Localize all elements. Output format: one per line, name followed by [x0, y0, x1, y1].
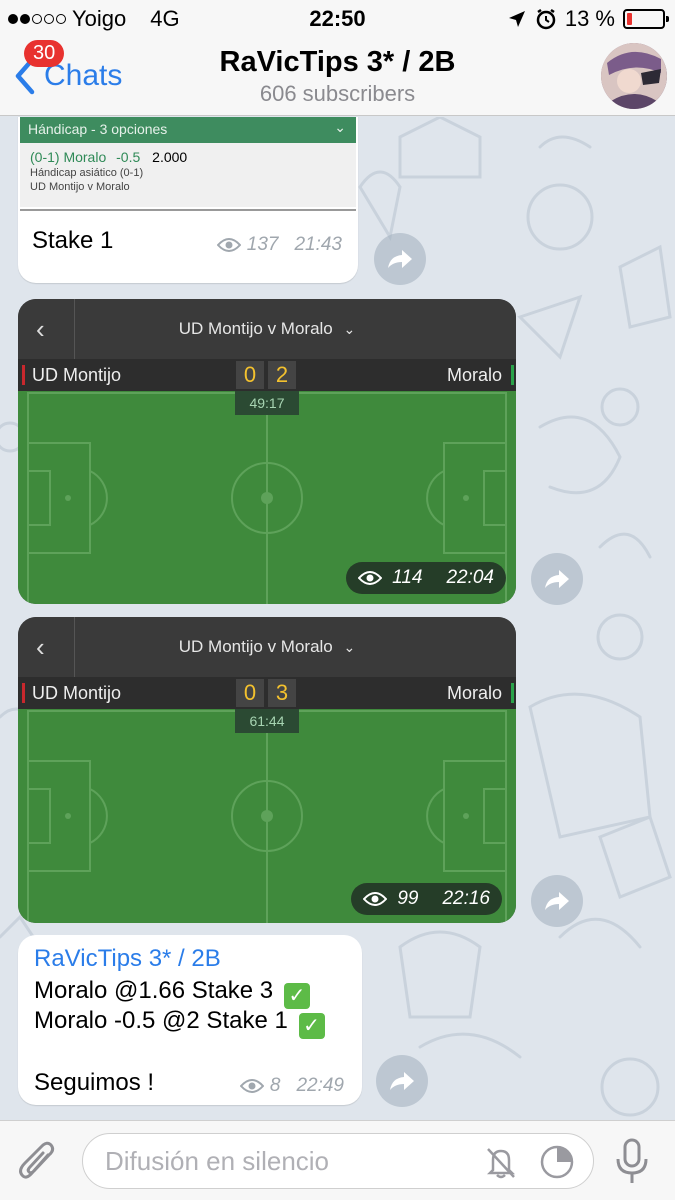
bet-slip-selection: (0-1) Moralo: [30, 149, 107, 165]
message-input[interactable]: [105, 1144, 465, 1178]
message-match-screenshot[interactable]: ‹ UD Montijo v Moralo ⌄ UD Montijo 0 3 M…: [18, 617, 516, 923]
check-mark-icon: ✓: [283, 983, 310, 1009]
chat-header: Chats 30 RaVicTips 3* / 2B 606 subscribe…: [0, 38, 675, 116]
home-team: UD Montijo: [32, 365, 122, 385]
match-title-row: UD Montijo v Moralo ⌄: [18, 319, 516, 339]
chevron-down-icon: ⌄: [334, 119, 346, 135]
share-button[interactable]: [374, 233, 426, 285]
match-header: ‹ UD Montijo v Moralo ⌄: [18, 617, 516, 677]
share-arrow-icon: [545, 892, 569, 910]
views-eye-icon: [363, 892, 388, 906]
away-score: 2: [268, 361, 296, 389]
home-score: 0: [236, 361, 264, 389]
match-title: UD Montijo v Moralo: [178, 637, 333, 656]
share-arrow-icon: [390, 1072, 414, 1090]
view-count: 8: [269, 1075, 281, 1096]
battery-percent: 13 %: [564, 6, 615, 31]
share-button[interactable]: [531, 875, 583, 927]
view-count: 137: [246, 234, 279, 255]
message-line-1: Moralo @1.66 Stake 3: [34, 977, 274, 1004]
message-meta: 8 22:49: [239, 1075, 344, 1097]
chevron-down-icon: ⌄: [343, 321, 356, 337]
bet-slip-event: UD Montijo v Moralo: [30, 181, 130, 193]
message-line: Moralo -0.5 @2 Stake 1 ✓: [34, 1007, 325, 1039]
bet-slip-market-detail: Hándicap asiático (0-1): [30, 167, 144, 179]
match-clock: 49:17: [235, 391, 299, 415]
muted-bell-icon[interactable]: [483, 1144, 519, 1180]
message-time: 22:16: [442, 888, 490, 909]
match-clock: 61:44: [235, 709, 299, 733]
message-line-2: Moralo -0.5 @2 Stake 1: [34, 1007, 288, 1034]
message-line: Moralo @1.66 Stake 3 ✓: [34, 977, 310, 1009]
match-scoreboard: UD Montijo 0 3 Moralo: [18, 677, 516, 709]
status-right: 13 %: [507, 6, 669, 32]
home-score: 0: [236, 679, 264, 707]
location-icon: [508, 11, 525, 27]
input-bar: [0, 1120, 675, 1200]
home-team: UD Montijo: [32, 683, 122, 703]
message-text-post[interactable]: RaVicTips 3* / 2B Moralo @1.66 Stake 3 ✓…: [18, 935, 362, 1105]
timer-icon[interactable]: [539, 1144, 575, 1180]
message-meta: 137 21:43: [216, 234, 342, 256]
views-eye-icon: [239, 1079, 264, 1093]
message-time: 21:43: [294, 234, 342, 255]
share-arrow-icon: [545, 570, 569, 588]
share-button[interactable]: [531, 553, 583, 605]
bet-slip-market: Hándicap - 3 opciones ⌄: [20, 117, 356, 143]
battery-icon: [623, 9, 669, 29]
avatar-image: [601, 43, 667, 109]
view-count: 114: [392, 567, 423, 588]
message-bet-slip[interactable]: Hándicap - 3 opciones ⌄ (0-1) Moralo -0.…: [18, 117, 358, 283]
message-line-3: Seguimos !: [34, 1069, 155, 1096]
view-count: 99: [397, 888, 419, 909]
message-match-screenshot[interactable]: ‹ UD Montijo v Moralo ⌄ UD Montijo 0 2 M…: [18, 299, 516, 604]
message-time: 22:04: [446, 567, 494, 588]
channel-title[interactable]: RaVicTips 3* / 2B: [0, 46, 675, 79]
share-button[interactable]: [376, 1055, 428, 1107]
match-header: ‹ UD Montijo v Moralo ⌄: [18, 299, 516, 359]
bet-slip-line: -0.5: [116, 149, 141, 165]
match-title: UD Montijo v Moralo: [178, 319, 333, 338]
microphone-icon[interactable]: [612, 1137, 652, 1187]
alarm-icon: [536, 8, 556, 30]
message-author[interactable]: RaVicTips 3* / 2B: [34, 945, 221, 973]
bet-slip-selection-row: (0-1) Moralo -0.5 2.000: [30, 149, 346, 165]
bet-slip-odds: 2.000: [152, 149, 188, 165]
match-scoreboard: UD Montijo 0 2 Moralo: [18, 359, 516, 391]
message-text: Stake 1: [32, 227, 114, 254]
away-team: Moralo: [446, 365, 502, 385]
views-eye-icon: [216, 238, 241, 252]
channel-subscribers: 606 subscribers: [259, 81, 416, 106]
views-eye-icon: [358, 571, 383, 585]
message-meta: 99 22:16: [351, 883, 502, 915]
away-team: Moralo: [446, 683, 502, 703]
away-score: 3: [268, 679, 296, 707]
share-arrow-icon: [388, 250, 412, 268]
bet-slip-body: (0-1) Moralo -0.5 2.000 Hándicap asiátic…: [20, 143, 356, 207]
status-bar: Yoigo 4G 22:50 13 %: [0, 0, 675, 38]
match-title-row: UD Montijo v Moralo ⌄: [18, 637, 516, 657]
message-meta: 114 22:04: [346, 562, 506, 594]
bet-slip-market-label: Hándicap - 3 opciones: [28, 121, 168, 137]
channel-avatar[interactable]: [601, 43, 667, 109]
message-time: 22:49: [296, 1075, 344, 1096]
message-field[interactable]: [82, 1133, 594, 1189]
attachment-icon[interactable]: [18, 1141, 58, 1185]
check-mark-icon: ✓: [298, 1013, 325, 1039]
bet-slip-divider: [20, 209, 356, 211]
chevron-down-icon: ⌄: [343, 639, 356, 655]
message-list[interactable]: Hándicap - 3 opciones ⌄ (0-1) Moralo -0.…: [0, 117, 675, 1120]
